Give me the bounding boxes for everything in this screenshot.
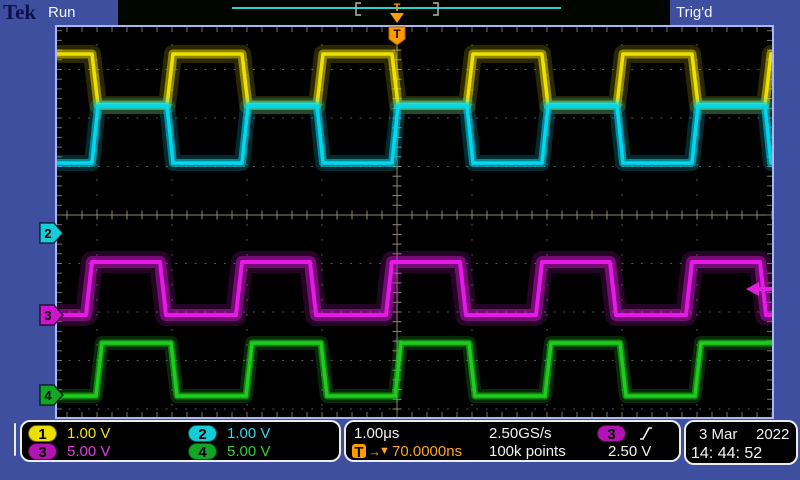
trigger-level-value[interactable]: 2.50 V <box>608 443 651 460</box>
svg-text:3: 3 <box>44 308 51 323</box>
year-label: 2022 <box>756 426 789 443</box>
record-trigger-arrow-icon <box>390 13 404 23</box>
record-length: 100k points <box>489 443 566 460</box>
channel-readout-box[interactable]: 1 1.00 V 2 1.00 V 3 5.00 V 4 5.00 V <box>20 420 341 462</box>
left-box-edge-mark <box>14 423 16 456</box>
record-view[interactable]: T <box>232 2 561 23</box>
sample-rate: 2.50GS/s <box>489 425 552 442</box>
trigger-slope-icon <box>638 425 654 442</box>
channel-2-badge[interactable]: 2 <box>188 425 217 442</box>
svg-text:4: 4 <box>44 388 52 403</box>
channel-3-scale[interactable]: 5.00 V <box>67 443 110 460</box>
trigger-delay-t-icon: T <box>352 444 366 458</box>
horizontal-trigger-readout-box[interactable]: 1.00μs 2.50GS/s 3 T → ▼ 70.0000ns 100k p… <box>344 420 681 462</box>
channel-1-badge[interactable]: 1 <box>28 425 57 442</box>
scope-display: 2 3 4 T T <box>0 0 800 480</box>
oscilloscope-screen: Tek Run Trig'd 234TT 1 1.00 V 2 1.00 V 3… <box>0 0 800 480</box>
trigger-source-badge[interactable]: 3 <box>597 425 626 442</box>
channel-1-scale[interactable]: 1.00 V <box>67 425 110 442</box>
datetime-box: 3 Mar 2022 14: 44: 52 <box>684 420 798 465</box>
channel-4-scale[interactable]: 5.00 V <box>227 443 270 460</box>
svg-text:T: T <box>393 27 401 41</box>
channel-2-scale[interactable]: 1.00 V <box>227 425 270 442</box>
time-label: 14: 44: 52 <box>691 445 762 462</box>
date-label: 3 Mar <box>699 426 737 443</box>
channel-3-badge[interactable]: 3 <box>28 443 57 460</box>
channel-4-badge[interactable]: 4 <box>188 443 217 460</box>
trigger-delay-triangle-icon: ▼ <box>379 443 390 460</box>
trigger-delay-value[interactable]: 70.0000ns <box>392 443 462 460</box>
svg-text:2: 2 <box>44 226 51 241</box>
timebase-scale[interactable]: 1.00μs <box>354 425 399 442</box>
record-trigger-t-icon: T <box>394 2 401 14</box>
